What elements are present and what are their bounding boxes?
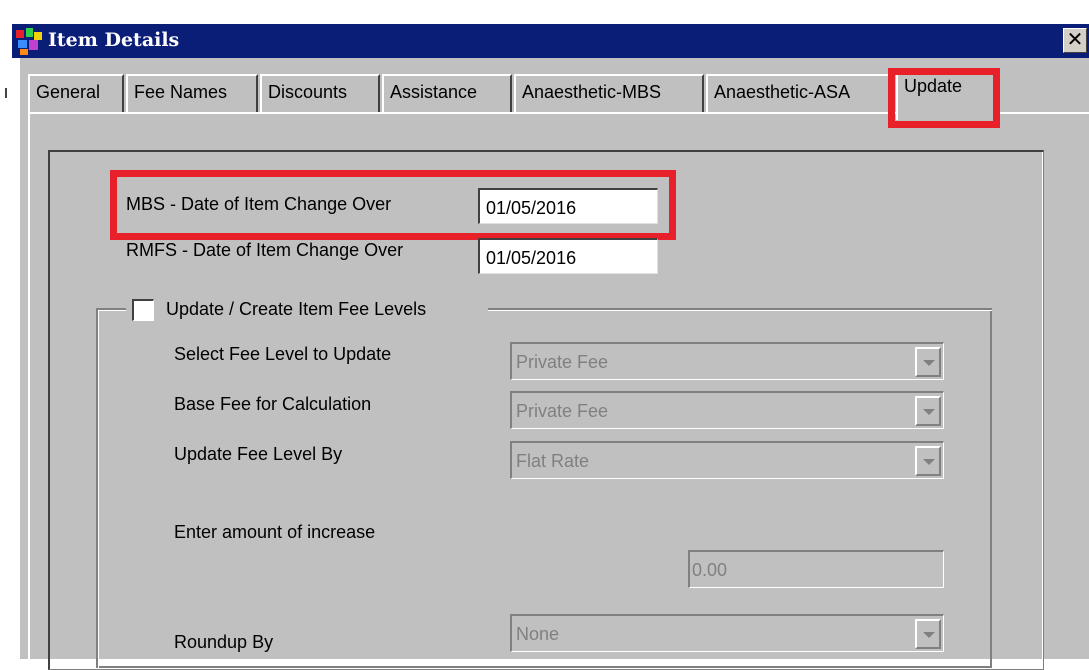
tab-label: General [36, 82, 101, 102]
edge-mark [5, 88, 7, 98]
chevron-down-icon[interactable] [915, 446, 941, 476]
rmfs-date-field[interactable]: 01/05/2016 [478, 238, 658, 274]
tab-assistance[interactable]: Assistance [382, 74, 512, 112]
chevron-down-icon[interactable] [915, 619, 941, 649]
tab-general[interactable]: General [28, 74, 124, 112]
tab-page-edge [28, 112, 30, 659]
mbs-highlight-box [110, 170, 676, 240]
tab-label: Fee Names [134, 82, 228, 102]
tab-label: Anaesthetic-MBS [522, 82, 662, 102]
roundup-value: None [516, 624, 560, 644]
update-by-dropdown[interactable]: Flat Rate [510, 441, 944, 479]
close-button[interactable]: ✕ [1063, 28, 1087, 53]
amount-value: 0.00 [692, 560, 728, 580]
close-icon: ✕ [1066, 27, 1084, 51]
chevron-down-icon[interactable] [915, 347, 941, 377]
amount-label: Enter amount of increase [174, 522, 376, 542]
chevron-down-icon[interactable] [915, 396, 941, 426]
rmfs-date-label: RMFS - Date of Item Change Over [126, 240, 404, 260]
tab-label: Anaesthetic-ASA [714, 82, 851, 102]
tab-label: Discounts [268, 82, 348, 102]
update-by-label: Update Fee Level By [174, 444, 343, 464]
base-fee-label: Base Fee for Calculation [174, 394, 372, 414]
update-fee-levels-checkbox[interactable] [132, 299, 154, 321]
tab-anaesthetic-mbs[interactable]: Anaesthetic-MBS [514, 74, 704, 112]
rmfs-date-value: 01/05/2016 [486, 248, 577, 268]
roundup-label: Roundup By [174, 632, 274, 652]
tab-highlight-box [888, 68, 1000, 128]
window-title: Item Details [48, 29, 180, 51]
tab-discounts[interactable]: Discounts [260, 74, 380, 112]
title-bar[interactable]: Item Details ✕ [12, 24, 1089, 58]
amount-input[interactable]: 0.00 [688, 550, 944, 588]
roundup-dropdown[interactable]: None [510, 614, 944, 652]
update-fee-levels-label: Update / Create Item Fee Levels [166, 299, 427, 319]
select-fee-level-label: Select Fee Level to Update [174, 344, 392, 364]
select-fee-level-dropdown[interactable]: Private Fee [510, 342, 944, 380]
tab-label: Assistance [390, 82, 478, 102]
tab-fee-names[interactable]: Fee Names [126, 74, 258, 112]
base-fee-value: Private Fee [516, 401, 609, 421]
tab-anaesthetic-asa[interactable]: Anaesthetic-ASA [706, 74, 894, 112]
update-by-value: Flat Rate [516, 451, 590, 471]
item-details-window: Item Details ✕ General Fee Names Discoun… [0, 0, 1089, 670]
select-fee-level-value: Private Fee [516, 352, 609, 372]
app-icon [16, 28, 42, 55]
base-fee-dropdown[interactable]: Private Fee [510, 391, 944, 429]
